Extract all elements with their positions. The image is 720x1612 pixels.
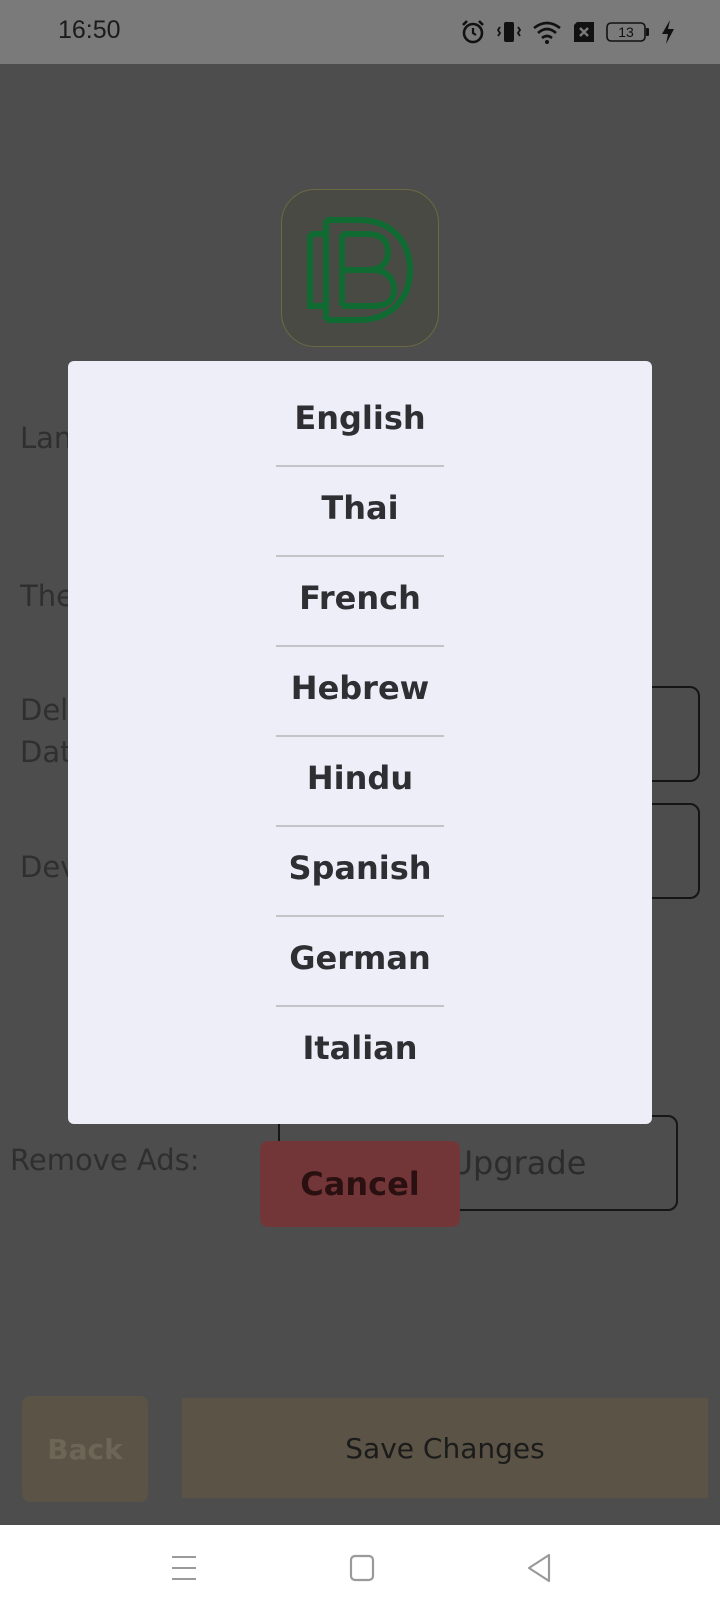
divider xyxy=(276,1005,444,1007)
remove-ads-label: Remove Ads: xyxy=(10,1143,200,1177)
divider xyxy=(276,465,444,467)
language-option-italian[interactable]: Italian xyxy=(68,1018,652,1078)
vibrate-icon xyxy=(496,19,522,45)
divider xyxy=(276,825,444,827)
language-label: Lan xyxy=(20,421,73,455)
language-option-french[interactable]: French xyxy=(68,568,652,628)
theme-label: The xyxy=(20,579,74,613)
language-option-hindu[interactable]: Hindu xyxy=(68,748,652,808)
divider xyxy=(276,735,444,737)
divider xyxy=(276,645,444,647)
status-bar: 16:50 13 xyxy=(0,0,720,64)
save-changes-button[interactable]: Save Changes xyxy=(182,1398,708,1498)
battery-level: 13 xyxy=(618,24,634,40)
status-icons: 13 xyxy=(460,16,676,48)
app-logo xyxy=(281,189,439,347)
system-nav-bar xyxy=(0,1525,720,1612)
divider xyxy=(276,915,444,917)
language-dialog: English Thai French Hebrew Hindu Spanish… xyxy=(68,361,652,1124)
delete-data-label-line1: Del xyxy=(20,693,69,727)
divider xyxy=(276,555,444,557)
cancel-button[interactable]: Cancel xyxy=(260,1141,460,1227)
charging-icon xyxy=(660,19,676,45)
menu-icon[interactable] xyxy=(170,1554,198,1582)
alarm-icon xyxy=(460,19,486,45)
back-icon[interactable] xyxy=(526,1553,552,1583)
language-option-german[interactable]: German xyxy=(68,928,652,988)
language-option-thai[interactable]: Thai xyxy=(68,478,652,538)
app-logo-icon xyxy=(307,217,414,323)
wifi-icon xyxy=(532,19,562,45)
battery-icon: 13 xyxy=(606,21,650,43)
language-option-hebrew[interactable]: Hebrew xyxy=(68,658,652,718)
language-option-english[interactable]: English xyxy=(68,388,652,448)
sim-error-icon xyxy=(572,21,596,43)
back-button[interactable]: Back xyxy=(22,1396,148,1502)
home-icon[interactable] xyxy=(349,1554,375,1582)
status-time: 16:50 xyxy=(58,16,121,44)
language-option-spanish[interactable]: Spanish xyxy=(68,838,652,898)
delete-data-label-line2: Dat xyxy=(20,735,72,769)
